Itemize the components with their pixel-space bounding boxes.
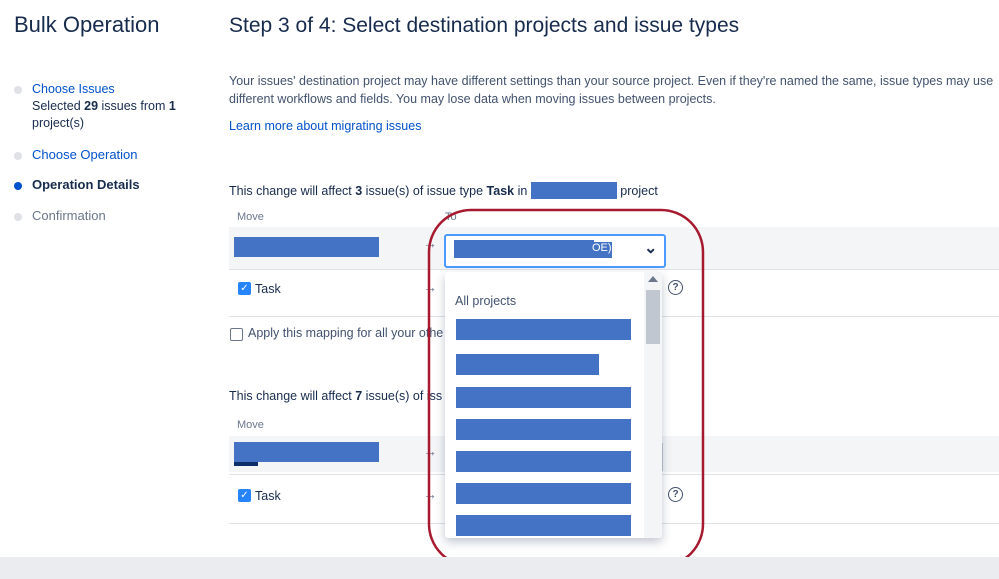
intro-text: Your issues' destination project may hav… bbox=[229, 74, 994, 106]
page-title: Step 3 of 4: Select destination projects… bbox=[229, 14, 740, 37]
learn-more-link[interactable]: Learn more about migrating issues bbox=[229, 119, 421, 133]
step-dot bbox=[14, 86, 22, 94]
task-checkbox[interactable]: ✓ bbox=[238, 282, 251, 295]
step-choose-issues[interactable]: Choose Issues Selected 29 issues from 1 … bbox=[14, 81, 182, 132]
step-choose-operation[interactable]: Choose Operation bbox=[14, 147, 138, 162]
redacted-source-project bbox=[234, 237, 379, 257]
apply-mapping-checkbox[interactable] bbox=[230, 328, 243, 341]
redacted-source-project bbox=[234, 442, 379, 462]
step-dot bbox=[14, 213, 22, 221]
step-label-choose-operation[interactable]: Choose Operation bbox=[32, 147, 138, 162]
step-dot bbox=[14, 152, 22, 160]
step-operation-details: Operation Details bbox=[14, 177, 140, 192]
group2-summary: This change will affect 7 issue(s) of is… bbox=[229, 389, 443, 403]
task-label: Task bbox=[255, 489, 281, 503]
task-label: Task bbox=[255, 282, 281, 296]
col-move: Move bbox=[237, 419, 264, 431]
step-label-operation-details: Operation Details bbox=[32, 177, 140, 192]
step-detail: Selected 29 issues from 1 project(s) bbox=[32, 99, 176, 130]
apply-mapping-label[interactable]: Apply this mapping for all your othe bbox=[248, 326, 443, 340]
task-checkbox[interactable]: ✓ bbox=[238, 489, 251, 502]
redaction-mark bbox=[234, 462, 258, 466]
col-move: Move bbox=[237, 211, 264, 223]
footer-bar bbox=[0, 557, 999, 579]
step-label-choose-issues[interactable]: Choose Issues bbox=[32, 81, 182, 98]
group1-summary: This change will affect 3 issue(s) of is… bbox=[229, 182, 658, 199]
step-label-confirmation: Confirmation bbox=[32, 208, 106, 223]
annotation-outline bbox=[427, 208, 705, 568]
redacted-project-name bbox=[530, 182, 617, 199]
step-dot-active bbox=[14, 182, 22, 190]
step-confirmation: Confirmation bbox=[14, 208, 106, 223]
sidebar-title: Bulk Operation bbox=[14, 12, 160, 37]
